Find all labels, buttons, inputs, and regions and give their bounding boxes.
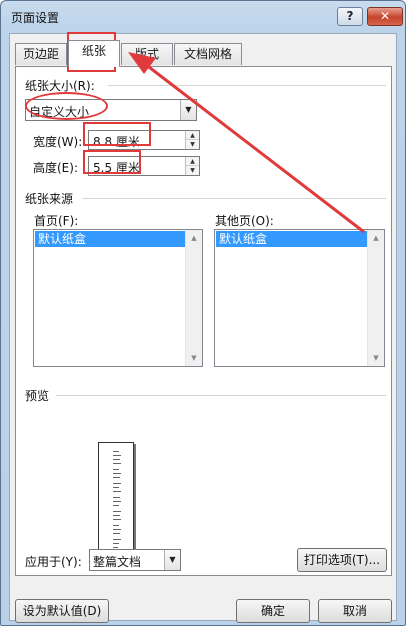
tab-layout[interactable]: 版式 [121, 43, 173, 65]
increment-icon[interactable]: ▲ [186, 157, 199, 166]
first-page-label: 首页(F): [34, 214, 79, 228]
tab-document-grid[interactable]: 文档网格 [174, 43, 242, 65]
paper-source-label: 纸张来源 [25, 192, 74, 206]
list-item[interactable]: 默认纸盒 [216, 231, 367, 247]
height-label: 高度(E): [33, 161, 78, 175]
print-options-button[interactable]: 打印选项(T)... [297, 548, 387, 572]
set-default-button[interactable]: 设为默认值(D) [15, 599, 109, 623]
tab-margins[interactable]: 页边距 [15, 43, 67, 65]
paper-source-divider [82, 198, 386, 199]
scrollbar[interactable]: ▲ ▼ [367, 230, 384, 366]
chevron-down-icon[interactable]: ▼ [164, 550, 180, 570]
increment-icon[interactable]: ▲ [186, 131, 199, 140]
scroll-up-icon[interactable]: ▲ [368, 230, 384, 246]
title-bar[interactable]: 页面设置 ? ✕ [1, 1, 405, 31]
tab-paper[interactable]: 纸张 [68, 40, 120, 67]
decrement-icon[interactable]: ▼ [186, 140, 199, 149]
first-page-listbox[interactable]: 默认纸盒 ▲ ▼ [33, 229, 203, 367]
scroll-down-icon[interactable]: ▼ [368, 350, 384, 366]
annotation-ellipse-size [25, 92, 108, 120]
dialog-content: 页边距 纸张 版式 文档网格 纸张大小(R): 自定义大小 ▼ 宽度(W): 8… [9, 33, 397, 623]
other-pages-label: 其他页(O): [215, 214, 274, 228]
apply-to-select[interactable]: 整篇文档 ▼ [89, 549, 181, 571]
apply-to-label: 应用于(Y): [25, 555, 82, 569]
preview-divider [56, 395, 386, 396]
apply-to-value: 整篇文档 [93, 555, 142, 569]
scrollbar[interactable]: ▲ ▼ [185, 230, 202, 366]
width-label: 宽度(W): [33, 135, 83, 149]
paper-tab-panel: 纸张大小(R): 自定义大小 ▼ 宽度(W): 8.8 厘米 ▲ ▼ 高度(E)… [15, 66, 392, 576]
chevron-down-icon[interactable]: ▼ [180, 100, 196, 120]
scroll-down-icon[interactable]: ▼ [186, 350, 202, 366]
preview-label: 预览 [25, 389, 50, 403]
list-item[interactable]: 默认纸盒 [35, 231, 185, 247]
paper-size-divider [108, 85, 386, 86]
close-button[interactable]: ✕ [367, 7, 403, 26]
cancel-button[interactable]: 取消 [318, 599, 392, 623]
help-button[interactable]: ? [337, 7, 363, 26]
scroll-up-icon[interactable]: ▲ [186, 230, 202, 246]
other-pages-listbox[interactable]: 默认纸盒 ▲ ▼ [214, 229, 385, 367]
dialog-title: 页面设置 [11, 11, 60, 25]
annotation-box-width [83, 122, 151, 146]
ok-button[interactable]: 确定 [236, 599, 310, 623]
annotation-box-height [83, 150, 141, 174]
page-preview [98, 442, 134, 560]
decrement-icon[interactable]: ▼ [186, 166, 199, 175]
